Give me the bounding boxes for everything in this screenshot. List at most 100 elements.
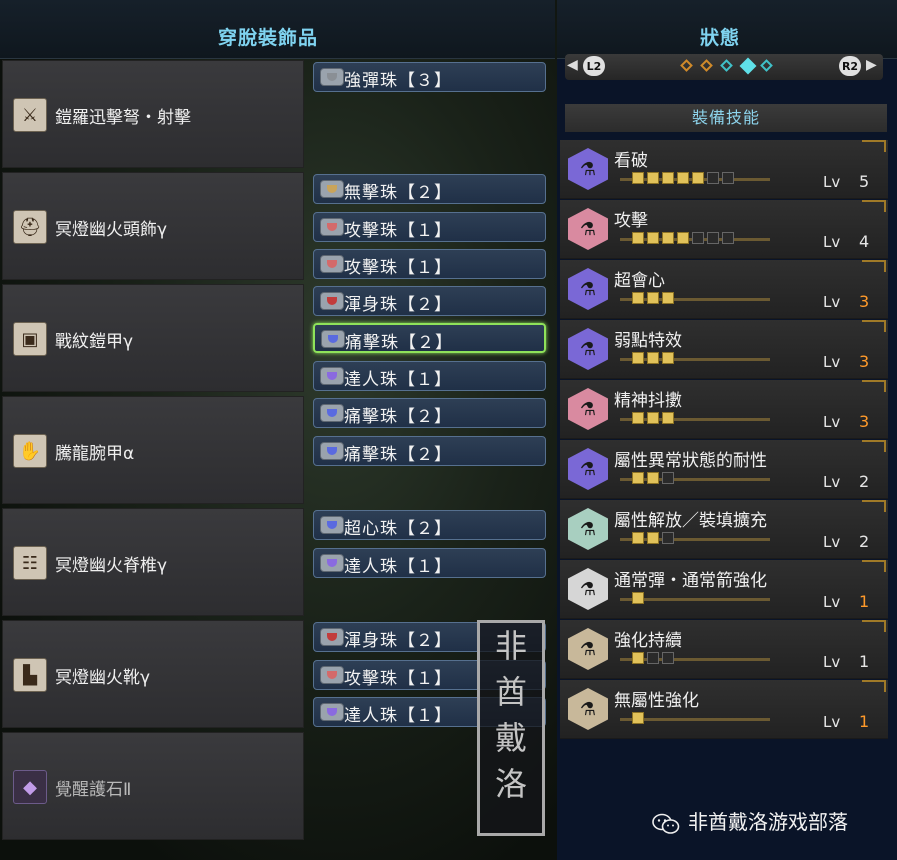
decoration-slot[interactable]: 痛擊珠【２】 bbox=[313, 398, 546, 428]
equipment-row[interactable]: ◆ 覺醒護石Ⅱ bbox=[2, 732, 304, 840]
level-pip bbox=[662, 172, 674, 184]
equipment-name: 覺醒護石Ⅱ bbox=[55, 780, 132, 800]
jewel-icon bbox=[320, 180, 344, 198]
equipment-row[interactable]: ⚔ 鎧羅迅擊弩・射擊 bbox=[2, 60, 304, 168]
jewel-icon bbox=[321, 330, 345, 348]
decoration-slot[interactable]: 達人珠【１】 bbox=[313, 361, 546, 391]
frame-corner bbox=[862, 500, 886, 512]
skill-row[interactable]: ⚗ 看破 Lv 5 bbox=[560, 140, 888, 199]
level-pip bbox=[632, 472, 644, 484]
level-pip bbox=[692, 232, 704, 244]
equipment-name: 騰龍腕甲α bbox=[55, 444, 135, 464]
level-pip bbox=[677, 172, 689, 184]
jewel-icon bbox=[320, 255, 344, 273]
equipment-row[interactable]: ☷ 冥燈幽火脊椎γ bbox=[2, 508, 304, 616]
decoration-label: 痛擊珠【２】 bbox=[345, 333, 453, 353]
decoration-slot[interactable]: 強彈珠【３】 bbox=[313, 62, 546, 92]
frame-corner bbox=[862, 620, 886, 632]
skill-icon: ⚗ bbox=[568, 568, 608, 610]
jewel-icon bbox=[320, 628, 344, 646]
frame-corner bbox=[862, 140, 886, 152]
level-value: 3 bbox=[859, 352, 870, 371]
equipment-name: 戰紋鎧甲γ bbox=[55, 332, 134, 352]
equipment-row[interactable]: ✋ 騰龍腕甲α bbox=[2, 396, 304, 504]
page-dot[interactable] bbox=[700, 59, 713, 72]
level-pip bbox=[632, 172, 644, 184]
equipment-name: 冥燈幽火頭飾γ bbox=[55, 220, 168, 240]
decoration-label: 攻擊珠【１】 bbox=[344, 258, 452, 278]
decoration-label: 渾身珠【２】 bbox=[344, 295, 452, 315]
decoration-label: 無擊珠【２】 bbox=[344, 183, 452, 203]
frame-corner bbox=[862, 380, 886, 392]
gauntlet-icon: ✋ bbox=[13, 434, 47, 468]
decoration-slot[interactable]: 攻擊珠【１】 bbox=[313, 249, 546, 279]
page-dot[interactable] bbox=[739, 57, 757, 75]
skill-level-gauge bbox=[632, 172, 734, 184]
waist-armor-icon: ☷ bbox=[13, 546, 47, 580]
skill-row[interactable]: ⚗ 通常彈・通常箭強化 Lv 1 bbox=[560, 560, 888, 619]
equipment-row[interactable]: ⛑ 冥燈幽火頭飾γ bbox=[2, 172, 304, 280]
equipment-row[interactable]: ▣ 戰紋鎧甲γ bbox=[2, 284, 304, 392]
level-pip bbox=[647, 232, 659, 244]
decoration-label: 超心珠【２】 bbox=[344, 519, 452, 539]
helmet-icon: ⛑ bbox=[13, 210, 47, 244]
decoration-slot[interactable]: 渾身珠【２】 bbox=[313, 286, 546, 316]
r2-button[interactable]: R2 bbox=[839, 56, 861, 76]
decoration-slot[interactable]: 痛擊珠【２】 bbox=[313, 323, 546, 353]
jewel-icon bbox=[320, 404, 344, 422]
level-pip bbox=[647, 472, 659, 484]
l2-button[interactable]: L2 bbox=[583, 56, 605, 76]
decoration-slot[interactable]: 痛擊珠【２】 bbox=[313, 436, 546, 466]
stamp-char: 戴 bbox=[494, 719, 527, 757]
skill-icon: ⚗ bbox=[568, 388, 608, 430]
skill-row[interactable]: ⚗ 弱點特效 Lv 3 bbox=[560, 320, 888, 379]
decoration-slot[interactable]: 攻擊珠【１】 bbox=[313, 212, 546, 242]
level-value: 1 bbox=[859, 652, 870, 671]
decoration-label: 攻擊珠【１】 bbox=[344, 669, 452, 689]
level-pip bbox=[662, 532, 674, 544]
level-pip bbox=[632, 652, 644, 664]
equipped-skills-header: 裝備技能 bbox=[565, 104, 887, 132]
level-pip bbox=[647, 652, 659, 664]
jewel-icon bbox=[320, 703, 344, 721]
skill-row[interactable]: ⚗ 強化持續 Lv 1 bbox=[560, 620, 888, 679]
skill-name: 屬性解放／裝填擴充 bbox=[614, 511, 767, 531]
skill-icon: ⚗ bbox=[568, 508, 608, 550]
jewel-icon bbox=[320, 68, 344, 86]
skill-name: 看破 bbox=[614, 151, 648, 171]
skill-row[interactable]: ⚗ 無屬性強化 Lv 1 bbox=[560, 680, 888, 739]
frame-corner bbox=[862, 680, 886, 692]
decoration-label: 渾身珠【２】 bbox=[344, 631, 452, 651]
skill-row[interactable]: ⚗ 屬性異常狀態的耐性 Lv 2 bbox=[560, 440, 888, 499]
skill-icon: ⚗ bbox=[568, 208, 608, 250]
level-pip bbox=[722, 232, 734, 244]
page-dot[interactable] bbox=[680, 59, 693, 72]
skill-icon: ⚗ bbox=[568, 448, 608, 490]
level-value: 2 bbox=[859, 532, 870, 551]
stamp-char: 酋 bbox=[494, 673, 527, 711]
skill-row[interactable]: ⚗ 精神抖擻 Lv 3 bbox=[560, 380, 888, 439]
page-dot[interactable] bbox=[720, 59, 733, 72]
jewel-icon bbox=[320, 292, 344, 310]
level-value: 1 bbox=[859, 592, 870, 611]
equipment-row[interactable]: ▙ 冥燈幽火靴γ bbox=[2, 620, 304, 728]
skill-row[interactable]: ⚗ 超會心 Lv 3 bbox=[560, 260, 888, 319]
skill-name: 精神抖擻 bbox=[614, 391, 682, 411]
level-pip bbox=[647, 412, 659, 424]
skill-name: 屬性異常狀態的耐性 bbox=[614, 451, 767, 471]
skill-name: 通常彈・通常箭強化 bbox=[614, 571, 767, 591]
level-pip bbox=[632, 712, 644, 724]
jewel-icon bbox=[320, 554, 344, 572]
nav-right-arrow-icon[interactable]: ▶ bbox=[866, 57, 877, 73]
decorations-panel-title: 穿脫裝飾品 bbox=[218, 27, 319, 49]
skill-level-gauge bbox=[632, 472, 674, 484]
decoration-slot[interactable]: 達人珠【１】 bbox=[313, 548, 546, 578]
skill-row[interactable]: ⚗ 攻擊 Lv 4 bbox=[560, 200, 888, 259]
level-label: Lv bbox=[823, 653, 841, 671]
decoration-slot[interactable]: 超心珠【２】 bbox=[313, 510, 546, 540]
decoration-slot[interactable]: 無擊珠【２】 bbox=[313, 174, 546, 204]
jewel-icon bbox=[320, 442, 344, 460]
nav-left-arrow-icon[interactable]: ◀ bbox=[567, 57, 578, 73]
page-dot[interactable] bbox=[760, 59, 773, 72]
skill-row[interactable]: ⚗ 屬性解放／裝填擴充 Lv 2 bbox=[560, 500, 888, 559]
